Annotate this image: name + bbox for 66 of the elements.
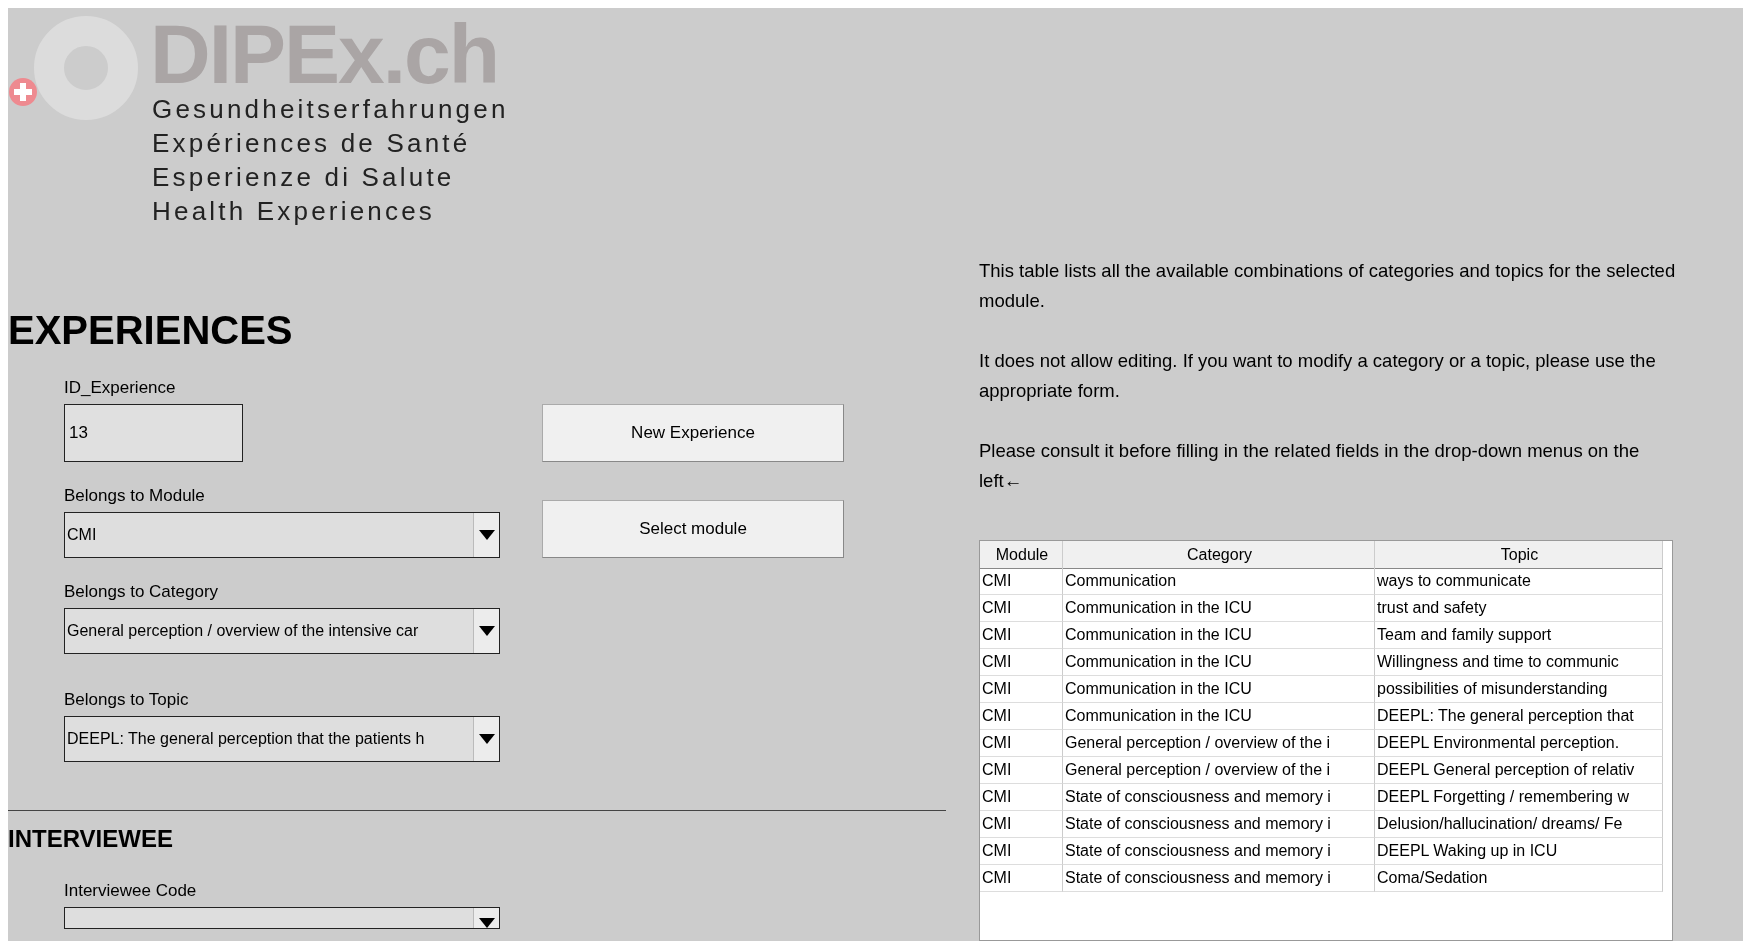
column-header[interactable]: Module [980, 541, 1063, 569]
ring-logo-icon [34, 16, 138, 120]
section-heading: INTERVIEWEE [8, 825, 174, 853]
dropdown-arrow-icon [478, 626, 495, 636]
column-header[interactable]: Topic [1375, 541, 1663, 569]
id-input-field[interactable]: 13 [64, 404, 243, 462]
info-paragraph: It does not allow editing. If you want to modify a category or a topic, please use the appropriate form. [979, 349, 1657, 403]
table-cell: CMI [980, 676, 1063, 703]
dropdown-field[interactable]: DEEPL: The general perception that the patients h [64, 716, 500, 762]
table-cell: Communication in the ICU [1063, 703, 1375, 730]
table-cell: Delusion/hallucination/ dreams/ Fe [1375, 811, 1663, 838]
logo-tagline: Expériences de Santé [152, 127, 472, 160]
logo-tagline: Gesundheitserfahrungen [152, 93, 509, 126]
table-cell: DEEPL Forgetting / remembering w [1375, 784, 1663, 811]
table-cell: trust and safety [1375, 595, 1663, 622]
action-button[interactable]: New Experience [542, 404, 844, 462]
table-cell: CMI [980, 730, 1063, 757]
table-cell: Coma/Sedation [1375, 865, 1663, 892]
table-cell: CMI [980, 757, 1063, 784]
action-button[interactable]: Select module [542, 500, 844, 558]
table-cell: Team and family support [1375, 622, 1663, 649]
dropdown-field[interactable]: General perception / overview of the intensive car [64, 608, 500, 654]
table-cell: DEEPL: The general perception that [1375, 703, 1663, 730]
table-cell: Communication in the ICU [1063, 649, 1375, 676]
table-cell: CMI [980, 622, 1063, 649]
table-cell: Communication in the ICU [1063, 622, 1375, 649]
table-cell: CMI [980, 811, 1063, 838]
table-cell: DEEPL General perception of relativ [1375, 757, 1663, 784]
logo-tagline: Esperienze di Salute [152, 161, 456, 194]
table-cell: State of consciousness and memory i [1063, 838, 1375, 865]
dropdown-field[interactable] [64, 907, 500, 929]
field-label: Interviewee Code [64, 881, 198, 901]
table-cell: CMI [980, 784, 1063, 811]
table-cell: Communication in the ICU [1063, 676, 1375, 703]
table-cell: State of consciousness and memory i [1063, 865, 1375, 892]
table-cell: General perception / overview of the i [1063, 757, 1375, 784]
dropdown-arrow-icon [478, 530, 495, 540]
table-cell: CMI [980, 703, 1063, 730]
table-cell: DEEPL Environmental perception. [1375, 730, 1663, 757]
dropdown-field[interactable]: CMI [64, 512, 500, 558]
table-cell: ways to communicate [1375, 568, 1663, 595]
table-cell: State of consciousness and memory i [1063, 784, 1375, 811]
table-cell: Communication in the ICU [1063, 595, 1375, 622]
column-header[interactable]: Category [1063, 541, 1375, 569]
table-cell: CMI [980, 649, 1063, 676]
field-label: Belongs to Category [64, 582, 220, 602]
table-cell: State of consciousness and memory i [1063, 811, 1375, 838]
field-label: Belongs to Module [64, 486, 206, 506]
info-paragraph: This table lists all the available combinations of categories and topics for the selected module. [979, 259, 1677, 313]
table-cell: Communication [1063, 568, 1375, 595]
info-paragraph: Please consult it before filling in the related fields in the drop-down menus on the left← [979, 439, 1641, 493]
table-cell: Willingness and time to communic [1375, 649, 1663, 676]
table-cell: CMI [980, 838, 1063, 865]
field-label: Belongs to Topic [64, 690, 190, 710]
section-heading: EXPERIENCES [8, 308, 294, 352]
swiss-cross-icon [8, 77, 38, 107]
table-cell: General perception / overview of the i [1063, 730, 1375, 757]
field-label: ID_Experience [64, 378, 177, 398]
table-cell: CMI [980, 595, 1063, 622]
table-cell: CMI [980, 865, 1063, 892]
dropdown-arrow-icon [478, 734, 495, 744]
table-cell: CMI [980, 568, 1063, 595]
table-cell: possibilities of misunderstanding [1375, 676, 1663, 703]
logo-tagline: Health Experiences [152, 195, 437, 228]
dropdown-arrow-icon [478, 918, 495, 928]
table-cell: DEEPL Waking up in ICU [1375, 838, 1663, 865]
